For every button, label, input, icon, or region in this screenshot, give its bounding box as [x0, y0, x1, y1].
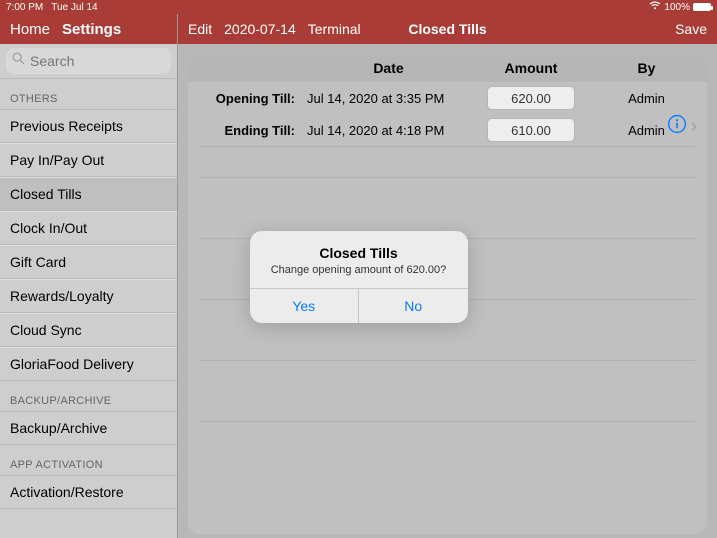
alert-message: Change opening amount of 620.00?: [262, 264, 456, 276]
alert-no-button[interactable]: No: [358, 289, 468, 323]
app-root: 7:00 PM Tue Jul 14 100% Home Settings: [0, 0, 717, 538]
alert-backdrop: Closed Tills Change opening amount of 62…: [0, 0, 717, 538]
alert-yes-button[interactable]: Yes: [250, 289, 359, 323]
alert-dialog: Closed Tills Change opening amount of 62…: [250, 231, 468, 323]
alert-title: Closed Tills: [262, 245, 456, 261]
